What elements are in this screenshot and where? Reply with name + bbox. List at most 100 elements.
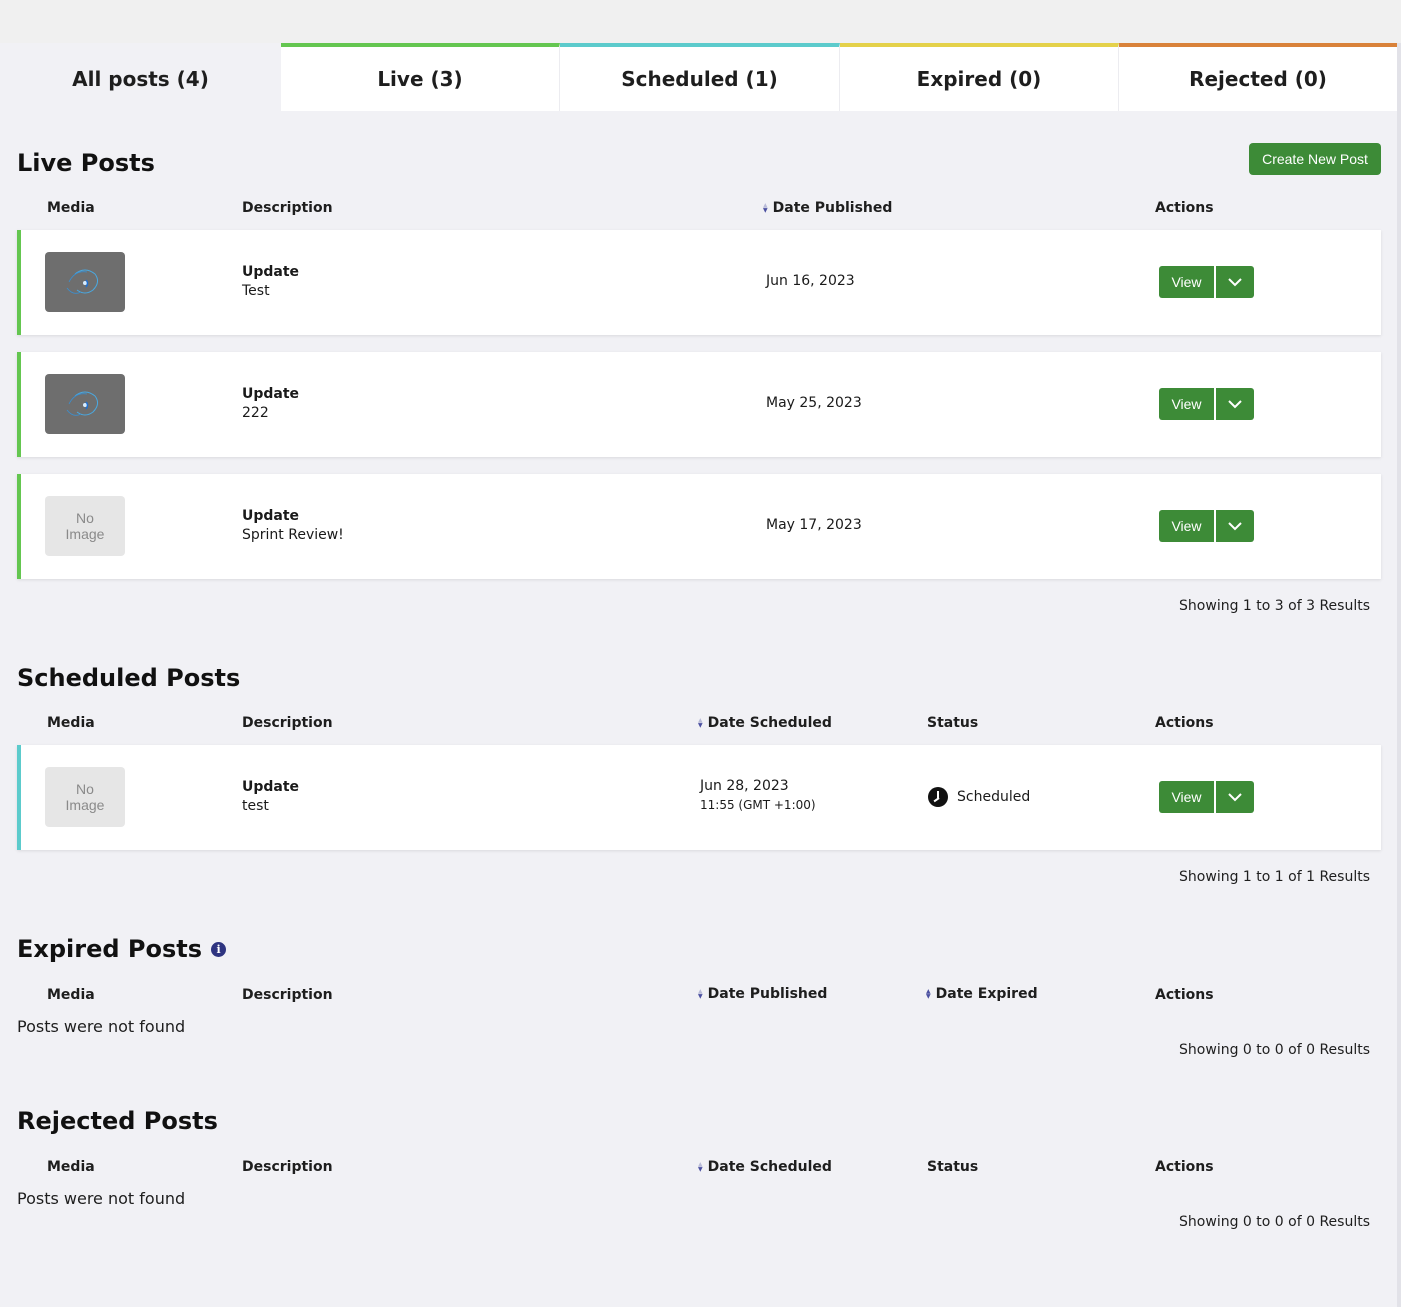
column-media: Media <box>47 200 95 216</box>
top-bar <box>0 0 1401 43</box>
column-actions: Actions <box>1155 1159 1214 1175</box>
create-new-post-button[interactable]: Create New Post <box>1249 143 1381 175</box>
row-actions: View <box>1159 266 1254 298</box>
post-text: Test <box>242 283 270 299</box>
post-text: test <box>242 798 269 814</box>
no-image-text: No <box>76 781 94 797</box>
column-media: Media <box>47 715 95 731</box>
tab-all-posts[interactable]: All posts (4) <box>0 43 281 111</box>
column-status: Status <box>927 715 979 731</box>
sort-icon: ▲ ▼ <box>698 717 703 729</box>
date-published: Jun 16, 2023 <box>766 273 855 289</box>
view-button[interactable]: View <box>1159 388 1214 420</box>
sort-icon: ▲ ▼ <box>698 1161 703 1173</box>
tab-label: Expired (0) <box>916 67 1042 91</box>
view-button[interactable]: View <box>1159 781 1214 813</box>
date-published: May 25, 2023 <box>766 395 862 411</box>
chevron-down-icon[interactable] <box>1216 510 1254 542</box>
column-description: Description <box>242 987 333 1003</box>
column-label: Date Published <box>772 200 893 216</box>
column-media: Media <box>47 1159 95 1175</box>
clock-icon <box>928 787 948 807</box>
scheduled-posts-title: Scheduled Posts <box>17 664 241 692</box>
no-image-placeholder: No Image <box>45 496 125 556</box>
tab-rejected[interactable]: Rejected (0) <box>1119 43 1397 111</box>
column-media: Media <box>47 987 95 1003</box>
tab-expired[interactable]: Expired (0) <box>840 43 1119 111</box>
sort-icon: ▲ ▼ <box>926 988 931 1000</box>
post-type: Update <box>242 508 300 524</box>
column-description: Description <box>242 200 333 216</box>
table-row: Update 222 May 25, 2023 View <box>17 352 1381 457</box>
chevron-down-icon[interactable] <box>1216 388 1254 420</box>
column-label: Date Scheduled <box>707 1159 832 1175</box>
table-row: Update Test Jun 16, 2023 View <box>17 230 1381 335</box>
expired-posts-title: Expired Posts i <box>17 935 227 963</box>
pagination-summary: Showing 1 to 3 of 3 Results <box>1179 598 1370 614</box>
post-thumbnail[interactable] <box>45 252 125 312</box>
section-title-text: Expired Posts <box>17 935 203 963</box>
column-date-scheduled[interactable]: ▲ ▼ Date Scheduled <box>698 715 832 731</box>
table-row: No Image Update test Jun 28, 2023 11:55 … <box>17 745 1381 850</box>
sort-icon: ▲ ▼ <box>763 202 768 214</box>
info-icon[interactable]: i <box>211 941 227 957</box>
scheduled-time: 11:55 (GMT +1:00) <box>700 798 816 812</box>
column-date-scheduled[interactable]: ▲ ▼ Date Scheduled <box>698 1159 832 1175</box>
column-date-published[interactable]: ▲ ▼ Date Published <box>698 986 827 1002</box>
no-image-placeholder: No Image <box>45 767 125 827</box>
column-label: Date Expired <box>935 986 1038 1002</box>
column-label: Date Published <box>707 986 828 1002</box>
pagination-summary: Showing 0 to 0 of 0 Results <box>1179 1214 1370 1230</box>
sort-icon: ▲ ▼ <box>698 988 703 1000</box>
post-text: Sprint Review! <box>242 527 344 543</box>
no-image-text: Image <box>65 797 105 813</box>
scroll-edge <box>1397 43 1401 1307</box>
column-description: Description <box>242 715 333 731</box>
post-type: Update <box>242 386 300 402</box>
row-actions: View <box>1159 510 1254 542</box>
chevron-down-icon[interactable] <box>1216 266 1254 298</box>
pagination-summary: Showing 0 to 0 of 0 Results <box>1179 1042 1370 1058</box>
tab-scheduled[interactable]: Scheduled (1) <box>560 43 840 111</box>
tab-live[interactable]: Live (3) <box>281 43 560 111</box>
pagination-summary: Showing 1 to 1 of 1 Results <box>1179 869 1370 885</box>
scheduled-date: Jun 28, 2023 <box>700 778 789 794</box>
status-label: Scheduled <box>957 789 1031 805</box>
status-badge: Scheduled <box>928 787 1030 807</box>
view-button[interactable]: View <box>1159 266 1214 298</box>
row-actions: View <box>1159 388 1254 420</box>
status-tabs: All posts (4) Live (3) Scheduled (1) Exp… <box>0 43 1397 111</box>
column-label: Date Scheduled <box>707 715 832 731</box>
no-image-text: Image <box>65 526 105 542</box>
column-actions: Actions <box>1155 200 1214 216</box>
row-status-bar <box>17 474 21 579</box>
tab-label: All posts (4) <box>72 67 209 91</box>
post-thumbnail[interactable] <box>45 374 125 434</box>
empty-message: Posts were not found <box>17 1189 186 1208</box>
table-row: No Image Update Sprint Review! May 17, 2… <box>17 474 1381 579</box>
empty-message: Posts were not found <box>17 1017 186 1036</box>
rejected-posts-title: Rejected Posts <box>17 1107 218 1135</box>
column-date-published[interactable]: ▲ ▼ Date Published <box>763 200 892 216</box>
post-description: Update Test <box>242 263 299 301</box>
row-status-bar <box>17 745 21 850</box>
date-published: May 17, 2023 <box>766 517 862 533</box>
post-type: Update <box>242 264 300 280</box>
view-button[interactable]: View <box>1159 510 1214 542</box>
tab-label: Rejected (0) <box>1189 67 1327 91</box>
column-description: Description <box>242 1159 333 1175</box>
post-type: Update <box>242 779 300 795</box>
tab-label: Live (3) <box>377 67 463 91</box>
post-description: Update Sprint Review! <box>242 507 344 545</box>
column-actions: Actions <box>1155 715 1214 731</box>
live-posts-title: Live Posts <box>17 149 155 177</box>
post-text: 222 <box>242 405 269 421</box>
chevron-down-icon[interactable] <box>1216 781 1254 813</box>
column-date-expired[interactable]: ▲ ▼ Date Expired <box>926 986 1038 1002</box>
post-description: Update test <box>242 778 299 816</box>
row-status-bar <box>17 230 21 335</box>
column-actions: Actions <box>1155 987 1214 1003</box>
column-status: Status <box>927 1159 979 1175</box>
post-description: Update 222 <box>242 385 299 423</box>
no-image-text: No <box>76 510 94 526</box>
